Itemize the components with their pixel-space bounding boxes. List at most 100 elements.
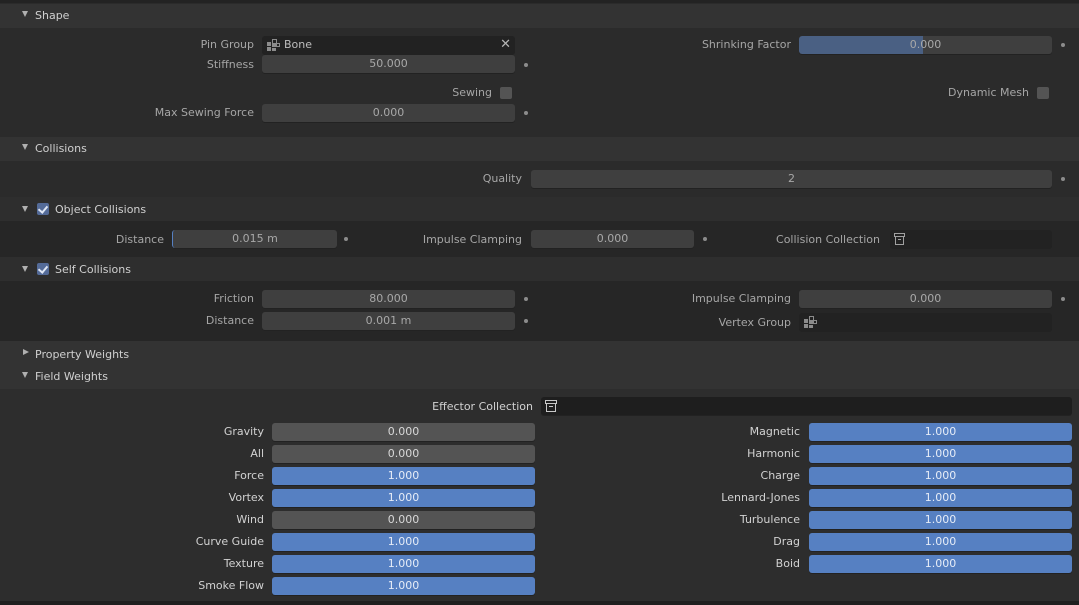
field-weight-label: Force xyxy=(234,469,264,482)
field-weight-label: Curve Guide xyxy=(195,535,264,548)
field-weight-slider[interactable]: 1.000 xyxy=(809,489,1072,507)
panel-header-field-weights[interactable]: Field Weights xyxy=(0,365,1079,389)
keyframe-dot-icon[interactable] xyxy=(524,319,528,323)
panel-header-shape[interactable]: Shape xyxy=(0,4,1079,28)
collisions-panel-body: Quality 2 xyxy=(0,161,1079,197)
clear-x-icon[interactable]: ✕ xyxy=(500,36,511,54)
pin-group-field[interactable]: Bone ✕ xyxy=(262,36,515,54)
quality-label: Quality xyxy=(482,172,522,185)
friction-label: Friction xyxy=(213,292,254,305)
keyframe-dot-icon[interactable] xyxy=(524,111,528,115)
vertex-group-field[interactable] xyxy=(799,313,1052,331)
keyframe-dot-icon[interactable] xyxy=(344,237,348,241)
field-weight-slider[interactable]: 0.000 xyxy=(272,445,535,463)
shrinking-factor-value: 0.000 xyxy=(909,38,942,51)
pin-group-value: Bone xyxy=(284,38,313,51)
panel-header-property-weights[interactable]: Property Weights xyxy=(0,341,1079,365)
field-weight-slider[interactable]: 1.000 xyxy=(272,577,535,595)
field-weight-label: Vortex xyxy=(228,491,264,504)
bottom-divider xyxy=(0,601,1079,605)
field-weight-label: Smoke Flow xyxy=(198,579,264,592)
impulse-clamping-field[interactable]: 0.000 xyxy=(531,230,694,248)
collection-icon xyxy=(545,400,557,412)
field-weight-slider[interactable]: 1.000 xyxy=(272,489,535,507)
subpanel-title: Self Collisions xyxy=(55,263,131,276)
field-weight-label: Gravity xyxy=(223,425,264,438)
vertex-group-icon xyxy=(804,316,817,328)
object-collisions-body: Distance 0.015 m Impulse Clamping 0.000 … xyxy=(0,221,1079,257)
field-weight-slider[interactable]: 1.000 xyxy=(809,423,1072,441)
chevron-down-icon xyxy=(22,206,28,212)
subpanel-header-self-collisions[interactable]: Self Collisions xyxy=(0,257,1079,281)
chevron-right-icon xyxy=(23,349,29,355)
dynamic-mesh-label: Dynamic Mesh xyxy=(948,86,1029,99)
field-weight-label: Wind xyxy=(236,513,264,526)
impulse-clamping-label: Impulse Clamping xyxy=(691,292,791,305)
stiffness-field[interactable]: 50.000 xyxy=(262,55,515,73)
keyframe-dot-icon[interactable] xyxy=(524,63,528,67)
shape-panel-body: Pin Group Bone ✕ Stiffness 50.000 Sewing… xyxy=(0,28,1079,135)
object-collisions-checkbox[interactable] xyxy=(37,203,49,215)
field-weight-label: Charge xyxy=(760,469,800,482)
self-distance-field[interactable]: 0.001 m xyxy=(262,312,515,330)
field-weight-slider[interactable]: 1.000 xyxy=(809,511,1072,529)
panel-header-collisions[interactable]: Collisions xyxy=(0,137,1079,161)
effector-collection-field[interactable] xyxy=(541,397,1072,415)
field-weight-label: Boid xyxy=(775,557,800,570)
field-weight-label: Turbulence xyxy=(739,513,800,526)
stiffness-label: Stiffness xyxy=(206,58,254,71)
friction-field[interactable]: 80.000 xyxy=(262,290,515,308)
field-weight-label: All xyxy=(250,447,264,460)
distance-field[interactable]: 0.015 m xyxy=(172,230,337,248)
field-weight-slider[interactable]: 0.000 xyxy=(272,423,535,441)
max-sewing-force-field[interactable]: 0.000 xyxy=(262,104,515,122)
panel-title: Property Weights xyxy=(35,348,130,361)
keyframe-dot-icon[interactable] xyxy=(1061,297,1065,301)
field-weights-body: Effector Collection Gravity 0.000 All 0.000… xyxy=(0,389,1079,601)
field-weight-slider[interactable]: 1.000 xyxy=(809,533,1072,551)
vertex-group-icon xyxy=(267,39,280,51)
top-divider xyxy=(0,0,1079,3)
self-impulse-clamping-field[interactable]: 0.000 xyxy=(799,290,1052,308)
distance-label: Distance xyxy=(115,233,164,246)
field-weight-slider[interactable]: 1.000 xyxy=(272,555,535,573)
field-weight-slider[interactable]: 1.000 xyxy=(809,555,1072,573)
panel-title: Collisions xyxy=(35,142,87,155)
pin-group-label: Pin Group xyxy=(200,38,254,51)
keyframe-dot-icon[interactable] xyxy=(1061,43,1065,47)
field-weight-slider[interactable]: 1.000 xyxy=(272,467,535,485)
field-weight-label: Magnetic xyxy=(749,425,800,438)
field-weight-slider[interactable]: 1.000 xyxy=(809,467,1072,485)
shrinking-factor-label: Shrinking Factor xyxy=(701,38,791,51)
field-weight-slider[interactable]: 1.000 xyxy=(809,445,1072,463)
field-weight-slider[interactable]: 1.000 xyxy=(272,533,535,551)
subpanel-title: Object Collisions xyxy=(55,203,147,216)
quality-field[interactable]: 2 xyxy=(531,170,1052,188)
field-weight-label: Harmonic xyxy=(747,447,800,460)
shrinking-factor-slider[interactable]: 0.000 xyxy=(799,36,1052,54)
field-weight-slider[interactable]: 0.000 xyxy=(272,511,535,529)
field-weight-label: Lennard-Jones xyxy=(721,491,800,504)
chevron-down-icon xyxy=(22,266,28,272)
panel-title: Field Weights xyxy=(35,370,108,383)
keyframe-dot-icon[interactable] xyxy=(703,237,707,241)
keyframe-dot-icon[interactable] xyxy=(524,297,528,301)
panel-title: Shape xyxy=(35,9,70,22)
dynamic-mesh-checkbox[interactable] xyxy=(1037,87,1049,99)
keyframe-dot-icon[interactable] xyxy=(1061,177,1065,181)
sewing-checkbox[interactable] xyxy=(500,87,512,99)
max-sewing-force-label: Max Sewing Force xyxy=(154,106,254,119)
collection-icon xyxy=(894,233,906,245)
chevron-down-icon xyxy=(22,11,28,17)
distance-label: Distance xyxy=(205,314,254,327)
slider-fill xyxy=(799,36,923,54)
self-collisions-checkbox[interactable] xyxy=(37,263,49,275)
collision-collection-field[interactable] xyxy=(890,230,1052,248)
field-weight-label: Texture xyxy=(223,557,264,570)
vertex-group-label: Vertex Group xyxy=(718,316,791,329)
subpanel-header-object-collisions[interactable]: Object Collisions xyxy=(0,197,1079,221)
impulse-clamping-label: Impulse Clamping xyxy=(422,233,522,246)
effector-collection-label: Effector Collection xyxy=(432,400,533,413)
collision-collection-label: Collision Collection xyxy=(776,233,880,246)
chevron-down-icon xyxy=(22,372,28,378)
